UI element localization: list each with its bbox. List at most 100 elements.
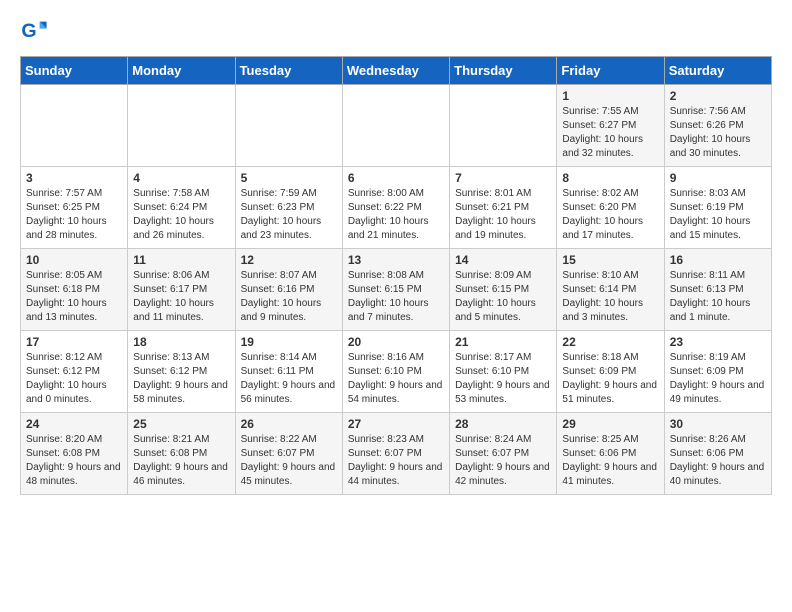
calendar-cell: 3 Sunrise: 7:57 AM Sunset: 6:25 PM Daylig… [21, 167, 128, 249]
cell-content: Sunrise: 8:26 AM Sunset: 6:06 PM Dayligh… [670, 433, 766, 489]
cell-content: Sunrise: 8:19 AM Sunset: 6:09 PM Dayligh… [670, 351, 766, 407]
calendar-cell [235, 85, 342, 167]
cell-content: Sunrise: 8:21 AM Sunset: 6:08 PM Dayligh… [133, 433, 229, 489]
calendar-cell: 17 Sunrise: 8:12 AM Sunset: 6:12 PM Dayli… [21, 331, 128, 413]
day-number: 11 [133, 253, 229, 267]
calendar-table: SundayMondayTuesdayWednesdayThursdayFrid… [20, 56, 772, 495]
calendar-cell [21, 85, 128, 167]
calendar-cell: 6Sunrise: 8:00 AM Sunset: 6:22 PM Daylig… [342, 167, 449, 249]
day-number: 8 [562, 171, 658, 185]
calendar-cell: 11 Sunrise: 8:06 AM Sunset: 6:17 PM Dayli… [128, 249, 235, 331]
calendar-cell: 13 Sunrise: 8:08 AM Sunset: 6:15 PM Dayli… [342, 249, 449, 331]
cell-content: Sunrise: 8:12 AM Sunset: 6:12 PM Dayligh… [26, 351, 122, 407]
week-row-5: 24 Sunrise: 8:20 AM Sunset: 6:08 PM Dayli… [21, 413, 772, 495]
logo: G [20, 16, 52, 44]
day-number: 28 [455, 417, 551, 431]
cell-content: Sunrise: 7:57 AM Sunset: 6:25 PM Dayligh… [26, 187, 122, 243]
cell-content: Sunrise: 8:01 AM Sunset: 6:21 PM Dayligh… [455, 187, 551, 243]
day-header-monday: Monday [128, 57, 235, 85]
cell-content: Sunrise: 8:07 AM Sunset: 6:16 PM Dayligh… [241, 269, 337, 325]
calendar-cell: 4 Sunrise: 7:58 AM Sunset: 6:24 PM Daylig… [128, 167, 235, 249]
header: G [20, 16, 772, 44]
week-row-2: 3 Sunrise: 7:57 AM Sunset: 6:25 PM Daylig… [21, 167, 772, 249]
cell-content: Sunrise: 8:00 AM Sunset: 6:22 PM Dayligh… [348, 187, 444, 243]
day-number: 21 [455, 335, 551, 349]
cell-content: Sunrise: 8:08 AM Sunset: 6:15 PM Dayligh… [348, 269, 444, 325]
cell-content: Sunrise: 8:10 AM Sunset: 6:14 PM Dayligh… [562, 269, 658, 325]
day-number: 18 [133, 335, 229, 349]
cell-content: Sunrise: 8:06 AM Sunset: 6:17 PM Dayligh… [133, 269, 229, 325]
day-number: 16 [670, 253, 766, 267]
day-number: 12 [241, 253, 337, 267]
day-header-saturday: Saturday [664, 57, 771, 85]
day-number: 19 [241, 335, 337, 349]
calendar-cell: 2 Sunrise: 7:56 AM Sunset: 6:26 PM Daylig… [664, 85, 771, 167]
calendar-cell: 23 Sunrise: 8:19 AM Sunset: 6:09 PM Dayli… [664, 331, 771, 413]
cell-content: Sunrise: 8:22 AM Sunset: 6:07 PM Dayligh… [241, 433, 337, 489]
calendar-cell: 1 Sunrise: 7:55 AM Sunset: 6:27 PM Daylig… [557, 85, 664, 167]
calendar-cell: 30 Sunrise: 8:26 AM Sunset: 6:06 PM Dayli… [664, 413, 771, 495]
day-number: 17 [26, 335, 122, 349]
calendar-cell: 26 Sunrise: 8:22 AM Sunset: 6:07 PM Dayli… [235, 413, 342, 495]
cell-content: Sunrise: 8:25 AM Sunset: 6:06 PM Dayligh… [562, 433, 658, 489]
day-number: 5 [241, 171, 337, 185]
calendar-cell: 8 Sunrise: 8:02 AM Sunset: 6:20 PM Daylig… [557, 167, 664, 249]
day-number: 23 [670, 335, 766, 349]
calendar-cell: 28Sunrise: 8:24 AM Sunset: 6:07 PM Dayli… [450, 413, 557, 495]
week-row-1: 1 Sunrise: 7:55 AM Sunset: 6:27 PM Daylig… [21, 85, 772, 167]
day-header-wednesday: Wednesday [342, 57, 449, 85]
day-header-thursday: Thursday [450, 57, 557, 85]
calendar-cell: 12 Sunrise: 8:07 AM Sunset: 6:16 PM Dayli… [235, 249, 342, 331]
cell-content: Sunrise: 8:13 AM Sunset: 6:12 PM Dayligh… [133, 351, 229, 407]
day-number: 20 [348, 335, 444, 349]
calendar-cell: 9Sunrise: 8:03 AM Sunset: 6:19 PM Daylig… [664, 167, 771, 249]
calendar-cell: 21 Sunrise: 8:17 AM Sunset: 6:10 PM Dayli… [450, 331, 557, 413]
calendar-cell: 22Sunrise: 8:18 AM Sunset: 6:09 PM Dayli… [557, 331, 664, 413]
calendar-cell: 5 Sunrise: 7:59 AM Sunset: 6:23 PM Daylig… [235, 167, 342, 249]
calendar-cell: 24 Sunrise: 8:20 AM Sunset: 6:08 PM Dayli… [21, 413, 128, 495]
calendar-cell: 19Sunrise: 8:14 AM Sunset: 6:11 PM Dayli… [235, 331, 342, 413]
day-number: 27 [348, 417, 444, 431]
cell-content: Sunrise: 7:56 AM Sunset: 6:26 PM Dayligh… [670, 105, 766, 161]
calendar-cell: 18 Sunrise: 8:13 AM Sunset: 6:12 PM Dayli… [128, 331, 235, 413]
calendar-cell [342, 85, 449, 167]
day-number: 30 [670, 417, 766, 431]
cell-content: Sunrise: 8:20 AM Sunset: 6:08 PM Dayligh… [26, 433, 122, 489]
cell-content: Sunrise: 8:17 AM Sunset: 6:10 PM Dayligh… [455, 351, 551, 407]
day-number: 29 [562, 417, 658, 431]
cell-content: Sunrise: 8:09 AM Sunset: 6:15 PM Dayligh… [455, 269, 551, 325]
day-header-tuesday: Tuesday [235, 57, 342, 85]
day-number: 25 [133, 417, 229, 431]
calendar-cell: 15 Sunrise: 8:10 AM Sunset: 6:14 PM Dayli… [557, 249, 664, 331]
calendar-cell [450, 85, 557, 167]
week-row-4: 17 Sunrise: 8:12 AM Sunset: 6:12 PM Dayli… [21, 331, 772, 413]
cell-content: Sunrise: 8:11 AM Sunset: 6:13 PM Dayligh… [670, 269, 766, 325]
day-header-friday: Friday [557, 57, 664, 85]
svg-text:G: G [21, 20, 36, 42]
day-number: 14 [455, 253, 551, 267]
day-number: 3 [26, 171, 122, 185]
day-number: 2 [670, 89, 766, 103]
calendar-cell [128, 85, 235, 167]
cell-content: Sunrise: 7:59 AM Sunset: 6:23 PM Dayligh… [241, 187, 337, 243]
day-number: 15 [562, 253, 658, 267]
calendar-cell: 27 Sunrise: 8:23 AM Sunset: 6:07 PM Dayli… [342, 413, 449, 495]
day-number: 1 [562, 89, 658, 103]
day-number: 26 [241, 417, 337, 431]
cell-content: Sunrise: 8:23 AM Sunset: 6:07 PM Dayligh… [348, 433, 444, 489]
cell-content: Sunrise: 7:58 AM Sunset: 6:24 PM Dayligh… [133, 187, 229, 243]
calendar-cell: 29 Sunrise: 8:25 AM Sunset: 6:06 PM Dayli… [557, 413, 664, 495]
calendar-cell: 25 Sunrise: 8:21 AM Sunset: 6:08 PM Dayli… [128, 413, 235, 495]
day-number: 4 [133, 171, 229, 185]
day-number: 22 [562, 335, 658, 349]
calendar-cell: 10Sunrise: 8:05 AM Sunset: 6:18 PM Dayli… [21, 249, 128, 331]
calendar-cell: 7 Sunrise: 8:01 AM Sunset: 6:21 PM Daylig… [450, 167, 557, 249]
day-number: 9 [670, 171, 766, 185]
cell-content: Sunrise: 7:55 AM Sunset: 6:27 PM Dayligh… [562, 105, 658, 161]
day-number: 7 [455, 171, 551, 185]
cell-content: Sunrise: 8:02 AM Sunset: 6:20 PM Dayligh… [562, 187, 658, 243]
day-header-sunday: Sunday [21, 57, 128, 85]
day-number: 24 [26, 417, 122, 431]
day-number: 13 [348, 253, 444, 267]
calendar-cell: 20Sunrise: 8:16 AM Sunset: 6:10 PM Dayli… [342, 331, 449, 413]
